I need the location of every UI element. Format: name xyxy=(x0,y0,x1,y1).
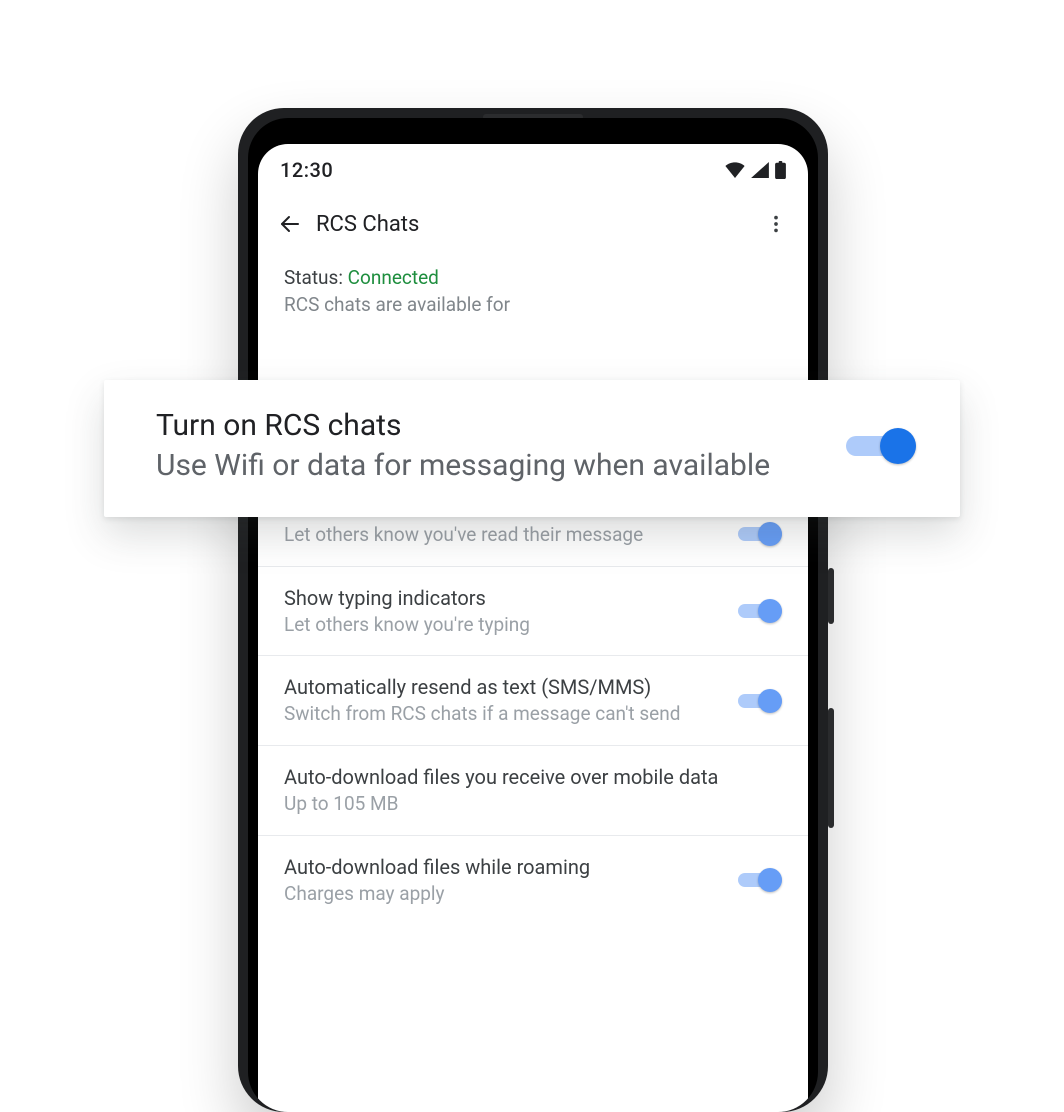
phone-bezel: 12:30 RCS Chats xyxy=(248,118,818,1112)
status-block: Status: Connected RCS chats are availabl… xyxy=(258,262,808,332)
setting-row-resend[interactable]: Automatically resend as text (SMS/MMS) S… xyxy=(258,655,808,745)
side-button-power xyxy=(828,568,834,624)
app-bar: RCS Chats xyxy=(258,188,808,262)
highlight-subtitle: Use Wifi or data for messaging when avai… xyxy=(156,447,822,485)
highlight-title: Turn on RCS chats xyxy=(156,408,822,443)
cell-icon xyxy=(751,162,769,178)
setting-title: Show typing indicators xyxy=(284,585,722,611)
toggle-typing[interactable] xyxy=(738,599,782,623)
toggle-resend[interactable] xyxy=(738,689,782,713)
setting-row-auto-download-mobile[interactable]: Auto-download files you receive over mob… xyxy=(258,745,808,835)
overflow-menu-button[interactable] xyxy=(756,204,796,244)
setting-subtitle: Let others know you've read their messag… xyxy=(284,523,722,548)
toggle-thumb xyxy=(880,428,916,464)
setting-title: Auto-download files you receive over mob… xyxy=(284,764,782,790)
side-button-volume xyxy=(828,708,834,828)
wifi-icon xyxy=(725,162,745,178)
setting-title: Auto-download files while roaming xyxy=(284,854,722,880)
setting-subtitle: Let others know you're typing xyxy=(284,613,722,638)
phone-frame: 12:30 RCS Chats xyxy=(238,108,828,1112)
toggle-thumb xyxy=(758,689,782,713)
setting-subtitle: Switch from RCS chats if a message can't… xyxy=(284,702,722,727)
status-label: Status: xyxy=(284,266,348,289)
toggle-read-receipts[interactable] xyxy=(738,522,782,546)
status-value: Connected xyxy=(348,266,439,289)
toggle-auto-download-roaming[interactable] xyxy=(738,868,782,892)
battery-icon xyxy=(775,161,786,179)
clock: 12:30 xyxy=(280,158,333,182)
page-title: RCS Chats xyxy=(316,212,756,237)
status-icons xyxy=(725,161,786,179)
setting-row-auto-download-roaming[interactable]: Auto-download files while roaming Charge… xyxy=(258,835,808,925)
setting-subtitle: Up to 105 MB xyxy=(284,792,782,817)
canvas: 12:30 RCS Chats xyxy=(0,0,1064,1112)
setting-row-typing[interactable]: Show typing indicators Let others know y… xyxy=(258,566,808,656)
highlight-card-rcs-toggle[interactable]: Turn on RCS chats Use Wifi or data for m… xyxy=(104,380,960,517)
more-vert-icon xyxy=(765,213,787,235)
status-line: Status: Connected xyxy=(284,266,782,289)
toggle-rcs-chats[interactable] xyxy=(846,428,916,464)
toggle-thumb xyxy=(758,868,782,892)
screen: 12:30 RCS Chats xyxy=(258,144,808,1112)
status-subtitle: RCS chats are available for xyxy=(284,293,782,316)
toggle-thumb xyxy=(758,599,782,623)
setting-title: Automatically resend as text (SMS/MMS) xyxy=(284,674,722,700)
back-button[interactable] xyxy=(270,204,310,244)
status-bar: 12:30 xyxy=(258,144,808,188)
setting-subtitle: Charges may apply xyxy=(284,882,722,907)
arrow-left-icon xyxy=(278,212,302,236)
toggle-thumb xyxy=(758,522,782,546)
